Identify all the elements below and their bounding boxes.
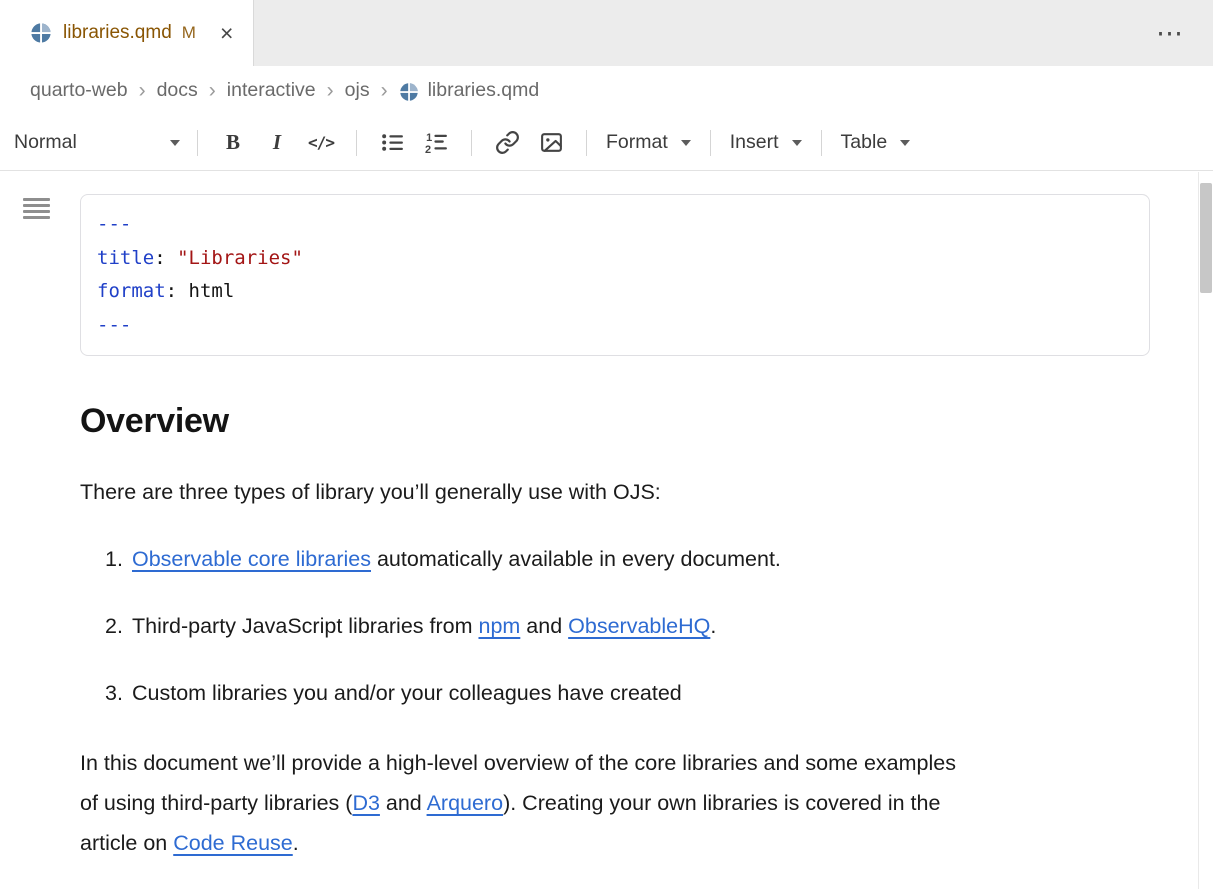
list-item-text: Observable core libraries automatically … [132,539,1150,579]
text-segment: : [154,247,177,269]
chevron-right-icon: › [139,79,146,103]
yaml-line: title: "Libraries" [97,242,1133,276]
block-drag-handle-icon[interactable] [23,198,50,219]
breadcrumb-item-quarto-web[interactable]: quarto-web [30,79,128,102]
list-item-text: Custom libraries you and/or your colleag… [132,673,1150,713]
text-segment: Custom libraries you and/or your colleag… [132,681,682,705]
toolbar-separator [821,130,822,156]
list-number: 1. [105,539,132,579]
closing-paragraph: In this document we’ll provide a high-le… [80,743,965,863]
toolbar-separator [197,130,198,156]
link-button[interactable] [486,122,528,164]
text-segment: . [710,614,716,638]
yaml-front-matter-block[interactable]: --- title: "Libraries" format: html --- [80,194,1150,356]
table-menu-label: Table [841,131,888,154]
chevron-right-icon: › [209,79,216,103]
text-segment: --- [97,213,131,235]
text-segment: html [189,280,235,302]
toolbar-separator [471,130,472,156]
link[interactable]: Observable core libraries [132,547,371,571]
list-number: 3. [105,673,132,713]
toolbar-separator [710,130,711,156]
intro-paragraph: There are three types of library you’ll … [80,472,1150,512]
link-icon [495,130,520,155]
image-icon [539,130,564,155]
numbered-list-icon: 1 2 [424,130,449,155]
link[interactable]: ObservableHQ [568,614,710,638]
text-segment: . [293,831,299,855]
breadcrumb-item-docs[interactable]: docs [157,79,198,102]
tab-bar: libraries.qmd M × ⋯ [0,0,1213,66]
format-menu[interactable]: Format [600,131,697,154]
quarto-file-icon [30,22,52,44]
svg-text:1: 1 [426,132,432,144]
quarto-file-icon [399,82,419,102]
document-body: --- title: "Libraries" format: html --- … [80,194,1150,863]
chevron-right-icon: › [381,79,388,103]
text-segment: : [166,280,189,302]
table-menu[interactable]: Table [835,131,917,154]
bold-button[interactable]: B [212,122,254,164]
style-select-value: Normal [14,131,77,154]
breadcrumb-item-interactive[interactable]: interactive [227,79,316,102]
heading-overview: Overview [80,400,1150,442]
text-segment: "Libraries" [177,247,303,269]
tab-libraries-qmd[interactable]: libraries.qmd M × [0,0,254,66]
vertical-scrollbar[interactable] [1198,172,1213,889]
chevron-down-icon [681,140,691,146]
breadcrumb-item-ojs[interactable]: ojs [345,79,370,102]
insert-menu-label: Insert [730,131,779,154]
scrollbar-thumb[interactable] [1200,183,1212,293]
list-item: 3. Custom libraries you and/or your coll… [80,673,1150,713]
yaml-line: format: html [97,275,1133,309]
yaml-line: --- [97,309,1133,343]
more-actions-icon[interactable]: ⋯ [1156,20,1185,47]
yaml-line: --- [97,208,1133,242]
close-icon[interactable]: × [220,22,233,45]
list-item-text: Third-party JavaScript libraries from np… [132,606,1150,646]
chevron-down-icon [792,140,802,146]
bullet-list-button[interactable] [371,122,413,164]
list-number: 2. [105,606,132,646]
italic-button[interactable]: I [256,122,298,164]
formatting-toolbar: Normal B I </> 1 2 [0,115,1213,171]
numbered-list-button[interactable]: 1 2 [415,122,457,164]
list-item: 2. Third-party JavaScript libraries from… [80,606,1150,646]
link[interactable]: D3 [352,791,379,815]
link[interactable]: Arquero [427,791,504,815]
image-button[interactable] [530,122,572,164]
toolbar-separator [356,130,357,156]
text-segment: --- [97,314,131,336]
ordered-list: 1. Observable core libraries automatical… [80,539,1150,713]
toolbar-separator [586,130,587,156]
chevron-down-icon [900,140,910,146]
editor-canvas[interactable]: --- title: "Libraries" format: html --- … [0,172,1213,889]
list-item: 1. Observable core libraries automatical… [80,539,1150,579]
svg-text:2: 2 [425,144,431,155]
code-button[interactable]: </> [300,122,342,164]
text-segment: title [97,247,154,269]
paragraph-style-select[interactable]: Normal [14,131,184,154]
tab-title: libraries.qmd [63,22,172,44]
chevron-right-icon: › [327,79,334,103]
breadcrumb: quarto-web › docs › interactive › ojs › … [0,66,1213,115]
format-menu-label: Format [606,131,668,154]
text-segment: and [520,614,568,638]
text-segment: format [97,280,166,302]
git-modified-badge: M [182,23,196,43]
text-segment: Third-party JavaScript libraries from [132,614,478,638]
tab-actions: ⋯ [1156,0,1213,66]
text-segment: automatically available in every documen… [371,547,781,571]
link[interactable]: Code Reuse [173,831,293,855]
chevron-down-icon [170,140,180,146]
breadcrumb-file[interactable]: libraries.qmd [428,79,540,102]
bullet-list-icon [380,130,405,155]
text-segment: and [380,791,427,815]
link[interactable]: npm [478,614,520,638]
insert-menu[interactable]: Insert [724,131,808,154]
